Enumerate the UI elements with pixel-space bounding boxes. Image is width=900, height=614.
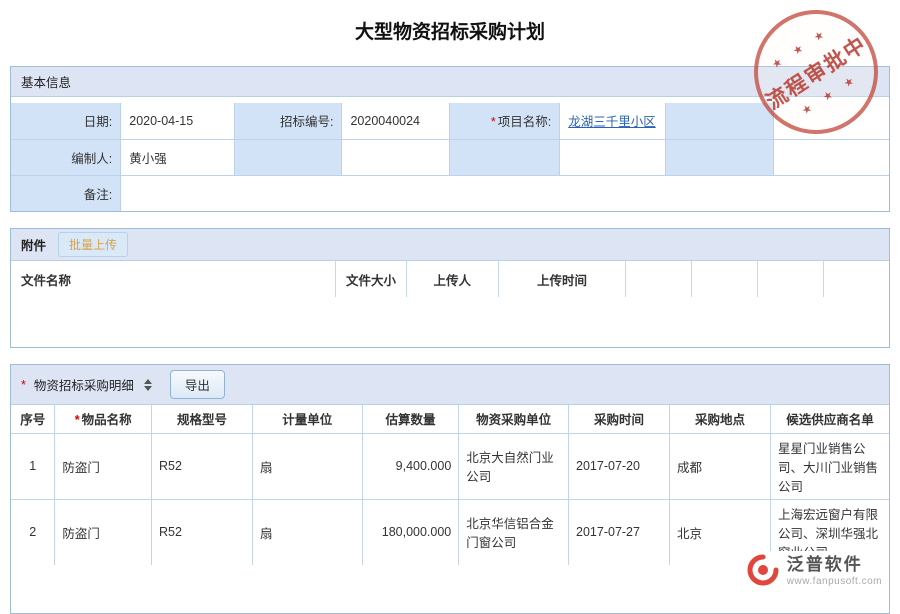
cell-spec: R52 xyxy=(151,433,252,499)
column-seq: 序号 xyxy=(11,405,55,433)
required-asterisk: * xyxy=(75,413,80,427)
attachments-header: 附件 批量上传 xyxy=(11,229,889,261)
required-asterisk: * xyxy=(21,378,26,392)
column-suppliers: 候选供应商名单 xyxy=(770,405,889,433)
author-label: 编制人: xyxy=(11,139,121,175)
batch-upload-button[interactable]: 批量上传 xyxy=(58,232,128,257)
empty-value-cell xyxy=(773,103,889,139)
cell-unit: 扇 xyxy=(252,499,362,565)
column-file-size: 文件大小 xyxy=(336,261,406,297)
cell-seq: 2 xyxy=(11,499,55,565)
column-spec: 规格型号 xyxy=(151,405,252,433)
column-empty xyxy=(691,261,757,297)
logo-brand-text: 泛普软件 xyxy=(787,555,882,575)
detail-header: * 物资招标采购明细 导出 xyxy=(11,365,889,405)
detail-table: 序号 *物品名称 规格型号 计量单位 估算数量 物资采购单位 采购时间 采购地点… xyxy=(11,405,889,565)
cell-purchase-place: 成都 xyxy=(669,433,770,499)
bid-no-value: 2020040024 xyxy=(342,103,450,139)
column-estimated-qty: 估算数量 xyxy=(362,405,459,433)
date-value: 2020-04-15 xyxy=(121,103,235,139)
remark-value xyxy=(121,175,889,211)
date-label: 日期: xyxy=(11,103,121,139)
column-file-name: 文件名称 xyxy=(11,261,336,297)
empty-value-cell xyxy=(773,139,889,175)
empty-label-cell xyxy=(235,139,342,175)
column-uploader: 上传人 xyxy=(406,261,498,297)
basic-info-header: 基本信息 xyxy=(11,67,889,97)
column-upload-time: 上传时间 xyxy=(498,261,625,297)
cell-purchase-unit: 北京华信铝合金门窗公司 xyxy=(459,499,569,565)
detail-title: 物资招标采购明细 xyxy=(34,375,134,394)
empty-value-cell xyxy=(560,139,665,175)
project-link[interactable]: 龙湖三千里小区 xyxy=(568,115,656,129)
basic-info-row: 备注: xyxy=(11,175,889,211)
remark-label: 备注: xyxy=(11,175,121,211)
export-button[interactable]: 导出 xyxy=(170,370,225,399)
column-purchase-unit: 物资采购单位 xyxy=(459,405,569,433)
empty-label-cell xyxy=(450,139,560,175)
detail-header-row: 序号 *物品名称 规格型号 计量单位 估算数量 物资采购单位 采购时间 采购地点… xyxy=(11,405,889,433)
column-unit: 计量单位 xyxy=(252,405,362,433)
column-empty xyxy=(823,261,889,297)
column-purchase-time: 采购时间 xyxy=(569,405,670,433)
attachments-title: 附件 xyxy=(21,235,46,254)
sort-icon[interactable] xyxy=(144,379,152,391)
bid-no-label: 招标编号: xyxy=(235,103,342,139)
fanpu-logo-icon xyxy=(746,553,780,590)
column-empty xyxy=(757,261,823,297)
project-label-text: 项目名称: xyxy=(498,115,551,129)
column-item-name: *物品名称 xyxy=(55,405,152,433)
basic-info-section: 基本信息 日期: 2020-04-15 招标编号: 2020040024 *项目… xyxy=(10,66,890,212)
empty-value-cell xyxy=(342,139,450,175)
cell-spec: R52 xyxy=(151,499,252,565)
logo-url-text: www.fanpusoft.com xyxy=(787,576,882,588)
column-purchase-place: 采购地点 xyxy=(669,405,770,433)
cell-suppliers: 星星门业销售公司、大川门业销售公司 xyxy=(770,433,889,499)
page-title: 大型物资招标采购计划 xyxy=(0,0,900,44)
attachments-empty-body xyxy=(11,297,889,347)
cell-estimated-qty: 180,000.000 xyxy=(362,499,459,565)
cell-item-name: 防盗门 xyxy=(55,433,152,499)
fanpu-logo: 泛普软件 www.fanpusoft.com xyxy=(742,551,886,592)
cell-purchase-unit: 北京大自然门业公司 xyxy=(459,433,569,499)
empty-label-cell xyxy=(665,139,773,175)
table-row: 1 防盗门 R52 扇 9,400.000 北京大自然门业公司 2017-07-… xyxy=(11,433,889,499)
basic-info-table: 日期: 2020-04-15 招标编号: 2020040024 *项目名称: 龙… xyxy=(11,103,889,211)
empty-label-cell xyxy=(665,103,773,139)
author-value: 黄小强 xyxy=(121,139,235,175)
cell-unit: 扇 xyxy=(252,433,362,499)
column-item-name-text: 物品名称 xyxy=(82,413,132,427)
cell-estimated-qty: 9,400.000 xyxy=(362,433,459,499)
attachments-section: 附件 批量上传 文件名称 文件大小 上传人 上传时间 xyxy=(10,228,890,348)
cell-item-name: 防盗门 xyxy=(55,499,152,565)
cell-purchase-time: 2017-07-27 xyxy=(569,499,670,565)
cell-purchase-time: 2017-07-20 xyxy=(569,433,670,499)
attachments-table: 文件名称 文件大小 上传人 上传时间 xyxy=(11,261,889,297)
required-asterisk: * xyxy=(491,115,496,129)
basic-info-row: 编制人: 黄小强 xyxy=(11,139,889,175)
basic-info-row: 日期: 2020-04-15 招标编号: 2020040024 *项目名称: 龙… xyxy=(11,103,889,139)
attachments-header-row: 文件名称 文件大小 上传人 上传时间 xyxy=(11,261,889,297)
project-label: *项目名称: xyxy=(450,103,560,139)
project-value-cell: 龙湖三千里小区 xyxy=(560,103,665,139)
cell-seq: 1 xyxy=(11,433,55,499)
column-empty xyxy=(626,261,692,297)
